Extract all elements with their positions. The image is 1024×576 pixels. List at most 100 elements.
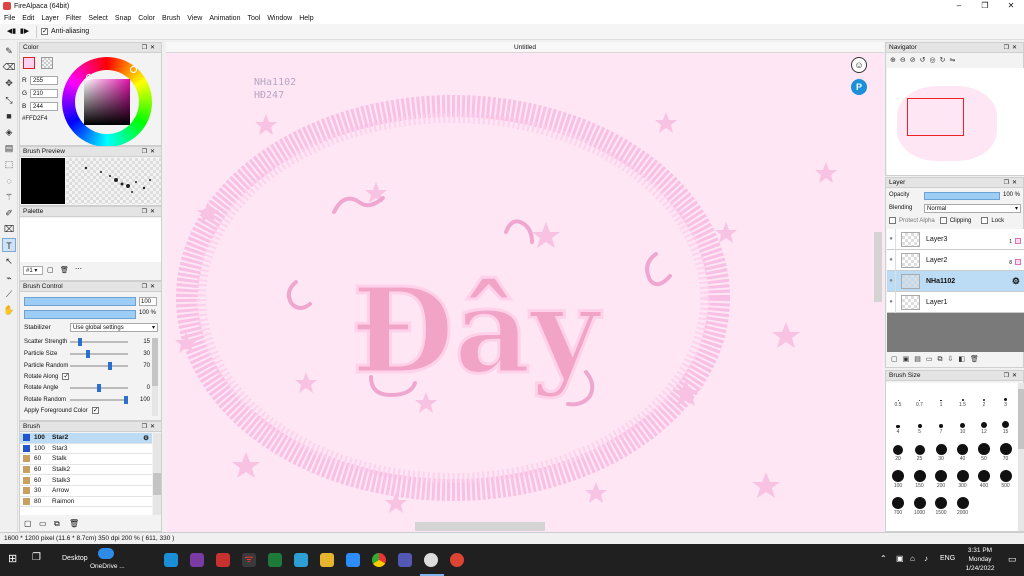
- layer-opacity-slider[interactable]: [924, 192, 1000, 200]
- prev-frame-icon[interactable]: ◀▮: [6, 26, 17, 37]
- foreground-color-swatch[interactable]: [23, 57, 35, 69]
- menu-file[interactable]: File: [4, 15, 15, 22]
- brush-size-2000[interactable]: 2000: [953, 497, 973, 516]
- brush-size-200[interactable]: 200: [931, 470, 951, 489]
- protect-alpha-checkbox[interactable]: [889, 217, 896, 224]
- antialias-checkbox[interactable]: [41, 27, 48, 35]
- excel-icon[interactable]: [268, 553, 282, 567]
- gradient-tool-icon[interactable]: ▤: [2, 141, 16, 155]
- navigator-preview[interactable]: [887, 68, 1024, 175]
- layer-mask-button-icon[interactable]: ◧: [958, 356, 970, 363]
- pixiv-icon[interactable]: P: [851, 79, 867, 95]
- flip-icon[interactable]: ⇋: [949, 57, 959, 64]
- next-frame-icon[interactable]: ▮▶: [19, 26, 30, 37]
- panel-controls-icon[interactable]: ❐✕: [1004, 371, 1020, 381]
- network-icon[interactable]: ⌂: [910, 554, 915, 563]
- fill-rect-tool-icon[interactable]: ■: [2, 109, 16, 123]
- scatter-strength-track[interactable]: [70, 338, 128, 346]
- brush-size-100[interactable]: 100: [888, 470, 908, 489]
- eraser-tool-icon[interactable]: ⌫: [2, 60, 16, 74]
- rotate-angle-thumb[interactable]: [97, 384, 101, 392]
- particle-random-track[interactable]: [70, 362, 128, 370]
- app-purple-icon[interactable]: [190, 553, 204, 567]
- move-tool-icon[interactable]: ✥: [2, 76, 16, 90]
- brush-size-15[interactable]: 15: [996, 421, 1016, 435]
- blue-input[interactable]: 244: [30, 102, 58, 111]
- skype-icon[interactable]: [164, 553, 178, 567]
- layer-visibility-icon[interactable]: ●: [887, 291, 896, 313]
- duplicate-layer-icon[interactable]: ⧉: [938, 356, 948, 363]
- panel-controls-icon[interactable]: ❐✕: [142, 43, 158, 53]
- brush-size-1[interactable]: 1: [931, 399, 951, 408]
- firealpaca-taskbar-icon[interactable]: [424, 553, 438, 567]
- hand-tool-icon[interactable]: ✋: [2, 303, 16, 317]
- param-particle-size[interactable]: Particle Size 30: [24, 349, 152, 359]
- volume-icon[interactable]: ♪: [924, 554, 928, 563]
- brush-size-500[interactable]: 500: [996, 470, 1016, 489]
- menu-animation[interactable]: Animation: [209, 15, 240, 22]
- notifications-icon[interactable]: ▭: [1008, 554, 1017, 565]
- brush-item-stalk2[interactable]: 60 Stalk2: [20, 464, 152, 476]
- artwork[interactable]: Đây: [166, 42, 884, 532]
- layer-row-layer1[interactable]: ● Layer1: [887, 291, 1024, 313]
- brush-settings-icon[interactable]: ⚙: [143, 434, 149, 442]
- menu-snap[interactable]: Snap: [115, 15, 131, 22]
- brush-size-0-7[interactable]: 0.7: [910, 400, 930, 408]
- particle-size-thumb[interactable]: [86, 350, 91, 358]
- select-pen-tool-icon[interactable]: ✐: [2, 206, 16, 220]
- red-input[interactable]: 255: [30, 76, 58, 85]
- palette-selector[interactable]: #1 ▾: [23, 266, 43, 275]
- brush-size-1500[interactable]: 1500: [931, 497, 951, 516]
- panel-controls-icon[interactable]: ❐✕: [142, 147, 158, 157]
- brush-size-3[interactable]: 3: [996, 398, 1016, 408]
- delete-layer-icon[interactable]: 🗑: [970, 356, 984, 363]
- rotate-along-checkbox[interactable]: [62, 372, 70, 380]
- brush-size-30[interactable]: 30: [931, 444, 951, 462]
- layer-visibility-icon[interactable]: ●: [887, 270, 896, 292]
- palette-grid[interactable]: [20, 218, 161, 262]
- select-eraser-tool-icon[interactable]: ⌧: [2, 222, 16, 236]
- layer-row-nha1102[interactable]: ● NHa1102 ⚙: [887, 270, 1024, 292]
- new-folder-icon[interactable]: ▭: [926, 356, 938, 363]
- hue-wheel[interactable]: [62, 57, 152, 147]
- zoom-icon[interactable]: [346, 553, 360, 567]
- brush-size-0-5[interactable]: 0.5: [888, 400, 908, 408]
- bucket-tool-icon[interactable]: ◈: [2, 125, 16, 139]
- start-icon[interactable]: ⊞: [8, 552, 22, 566]
- brush-size-25[interactable]: 25: [910, 445, 930, 462]
- rotate-right-icon[interactable]: ↻: [940, 57, 950, 64]
- new-8bit-layer-icon[interactable]: ▣: [903, 356, 915, 363]
- onedrive-label[interactable]: OneDrive ...: [90, 563, 125, 570]
- chrome-profile-icon[interactable]: [450, 553, 464, 567]
- opacity-slider[interactable]: [24, 310, 136, 319]
- brush-size-5[interactable]: 5: [910, 424, 930, 435]
- app-blue-icon[interactable]: [294, 553, 308, 567]
- close-icon[interactable]: ✕: [998, 0, 1024, 12]
- brush-size-700[interactable]: 700: [888, 497, 908, 516]
- operation-tool-icon[interactable]: ↖: [2, 254, 16, 268]
- tray-app-icon[interactable]: ▣: [896, 554, 904, 563]
- horizontal-scrollbar-thumb[interactable]: [415, 522, 545, 531]
- delete-brush-icon[interactable]: 🗑: [69, 519, 79, 528]
- layer-visibility-icon[interactable]: ●: [887, 249, 896, 271]
- brush-item-arrow[interactable]: 30 Arrow: [20, 485, 152, 497]
- teams-icon[interactable]: [398, 553, 412, 567]
- select-tool-icon[interactable]: ⬚: [2, 157, 16, 171]
- menu-edit[interactable]: Edit: [22, 15, 34, 22]
- canvas-area[interactable]: Đây NHa1102 HĐ247 ☺ P: [166, 42, 884, 532]
- magic-wand-tool-icon[interactable]: ⚚: [2, 190, 16, 204]
- vertical-scrollbar-thumb[interactable]: [874, 232, 882, 302]
- palette-menu-icon[interactable]: ⋯: [75, 265, 82, 273]
- brush-size-scrollbar[interactable]: [1018, 383, 1024, 531]
- green-input[interactable]: 210: [30, 89, 58, 98]
- new-brush-icon[interactable]: ▢: [24, 519, 32, 528]
- layer-row-layer2[interactable]: ● Layer2 8: [887, 249, 1024, 271]
- param-rotate-angle[interactable]: Rotate Angle 0: [24, 383, 152, 393]
- menu-color[interactable]: Color: [138, 15, 155, 22]
- saturation-value-square[interactable]: [84, 79, 130, 125]
- dropper-tool-icon[interactable]: ⌁: [2, 271, 16, 285]
- menu-view[interactable]: View: [187, 15, 202, 22]
- lock-checkbox[interactable]: [981, 217, 989, 224]
- particle-random-thumb[interactable]: [107, 362, 112, 370]
- brush-size-12[interactable]: 12: [974, 422, 994, 435]
